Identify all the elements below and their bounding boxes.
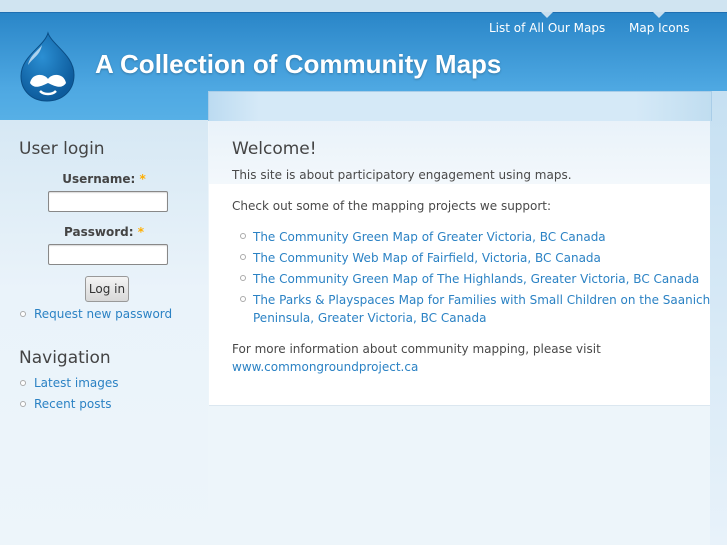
top-band <box>0 0 727 12</box>
request-new-password-link[interactable]: Request new password <box>34 307 172 321</box>
password-input[interactable] <box>48 244 168 265</box>
nav-item-recent-posts[interactable]: Recent posts <box>34 397 111 411</box>
intro-text: This site is about participatory engagem… <box>232 168 572 182</box>
bullet-icon <box>240 296 246 302</box>
password-label: Password: * <box>0 225 208 239</box>
login-button[interactable]: Log in <box>85 276 129 302</box>
username-input[interactable] <box>48 191 168 212</box>
bullet-icon <box>20 311 26 317</box>
bullet-icon <box>20 401 26 407</box>
nav-item-latest-images[interactable]: Latest images <box>34 376 119 390</box>
project-link[interactable]: The Community Web Map of Fairfield, Vict… <box>253 251 601 265</box>
primary-link-label: List of All Our Maps <box>489 21 606 35</box>
username-label-text: Username: <box>62 172 136 186</box>
projects-heading: Check out some of the mapping projects w… <box>232 199 552 213</box>
right-edge <box>710 91 727 545</box>
page-title: Welcome! <box>232 139 317 159</box>
primary-link-label: Map Icons <box>629 21 690 35</box>
bullet-icon <box>20 380 26 386</box>
user-login-title: User login <box>19 139 105 159</box>
bullet-icon <box>240 254 246 260</box>
content-top-bar <box>208 91 712 121</box>
drupal-logo-icon[interactable] <box>18 31 76 103</box>
content-area <box>208 121 710 545</box>
primary-link-list-of-maps[interactable]: List of All Our Maps <box>489 12 606 35</box>
required-star-icon: * <box>137 225 144 239</box>
bullet-icon <box>240 233 246 239</box>
more-info-text: For more information about community map… <box>232 342 601 356</box>
navigation-title: Navigation <box>19 348 111 368</box>
menu-notch-icon <box>653 12 666 18</box>
menu-notch-icon <box>541 12 554 18</box>
username-label: Username: * <box>0 172 208 186</box>
project-link[interactable]: The Community Green Map of Greater Victo… <box>253 230 606 244</box>
project-link[interactable]: The Parks & Playspaces Map for Families … <box>253 293 710 307</box>
project-link[interactable]: The Community Green Map of The Highlands… <box>253 272 699 286</box>
commonground-link[interactable]: www.commongroundproject.ca <box>232 360 418 374</box>
password-label-text: Password: <box>64 225 134 239</box>
site-title[interactable]: A Collection of Community Maps <box>95 49 501 80</box>
primary-link-map-icons[interactable]: Map Icons <box>629 12 690 35</box>
project-link-continued[interactable]: Peninsula, Greater Victoria, BC Canada <box>253 311 487 325</box>
bullet-icon <box>240 275 246 281</box>
required-star-icon: * <box>139 172 146 186</box>
